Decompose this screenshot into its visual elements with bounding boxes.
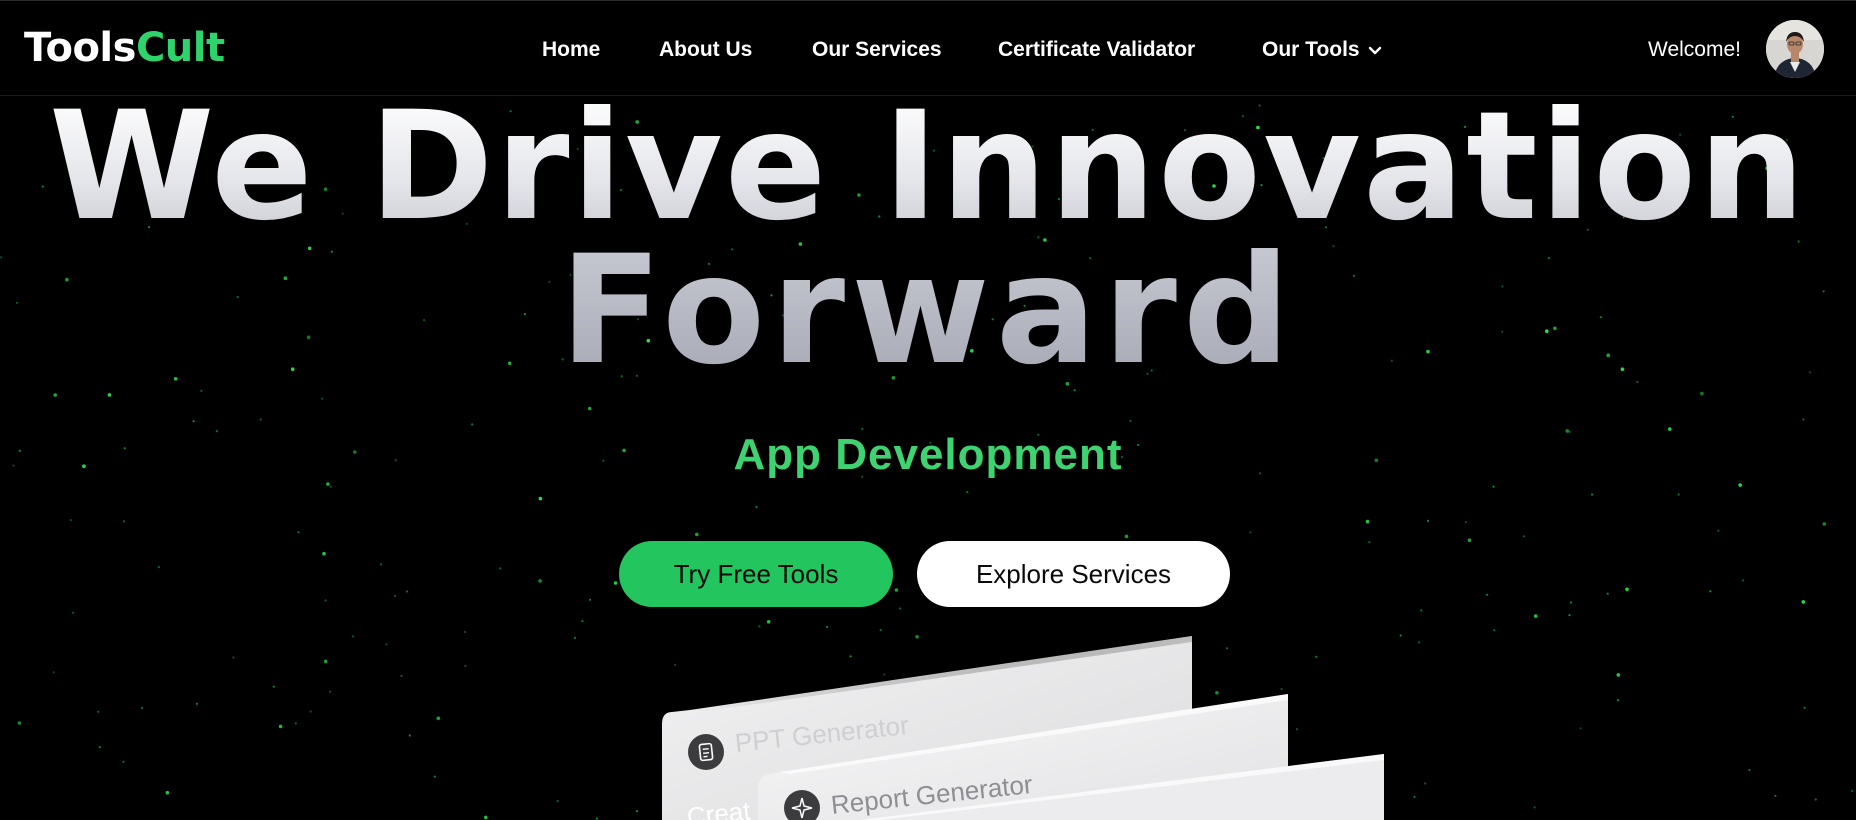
hero-subtitle: App Development bbox=[733, 430, 1123, 479]
user-avatar[interactable] bbox=[1766, 20, 1824, 78]
avatar-image bbox=[1766, 20, 1824, 78]
welcome-text: Welcome! bbox=[1648, 38, 1741, 61]
hero-title-line2: Forward bbox=[0, 236, 1856, 386]
chevron-down-icon bbox=[1368, 37, 1382, 63]
toolscult-logo[interactable]: ToolsCult bbox=[24, 23, 225, 73]
try-free-tools-button[interactable]: Try Free Tools bbox=[619, 541, 893, 607]
hero-title-line1: We Drive Innovation bbox=[0, 92, 1856, 242]
nav-our-tools-label: Our Tools bbox=[1262, 38, 1360, 61]
logo-text-part1: Tools bbox=[24, 25, 136, 71]
nav-our-tools[interactable]: Our Tools bbox=[1262, 37, 1382, 63]
document-icon bbox=[688, 734, 724, 770]
nav-our-services[interactable]: Our Services bbox=[812, 37, 942, 63]
explore-services-button[interactable]: Explore Services bbox=[917, 541, 1230, 607]
top-navbar: ToolsCult Home About Us Our Services Cer… bbox=[0, 0, 1856, 96]
nav-home[interactable]: Home bbox=[542, 37, 600, 63]
nav-about-us[interactable]: About Us bbox=[659, 37, 752, 63]
nav-certificate-validator[interactable]: Certificate Validator bbox=[998, 37, 1195, 63]
logo-text-part2: Cult bbox=[135, 25, 225, 71]
